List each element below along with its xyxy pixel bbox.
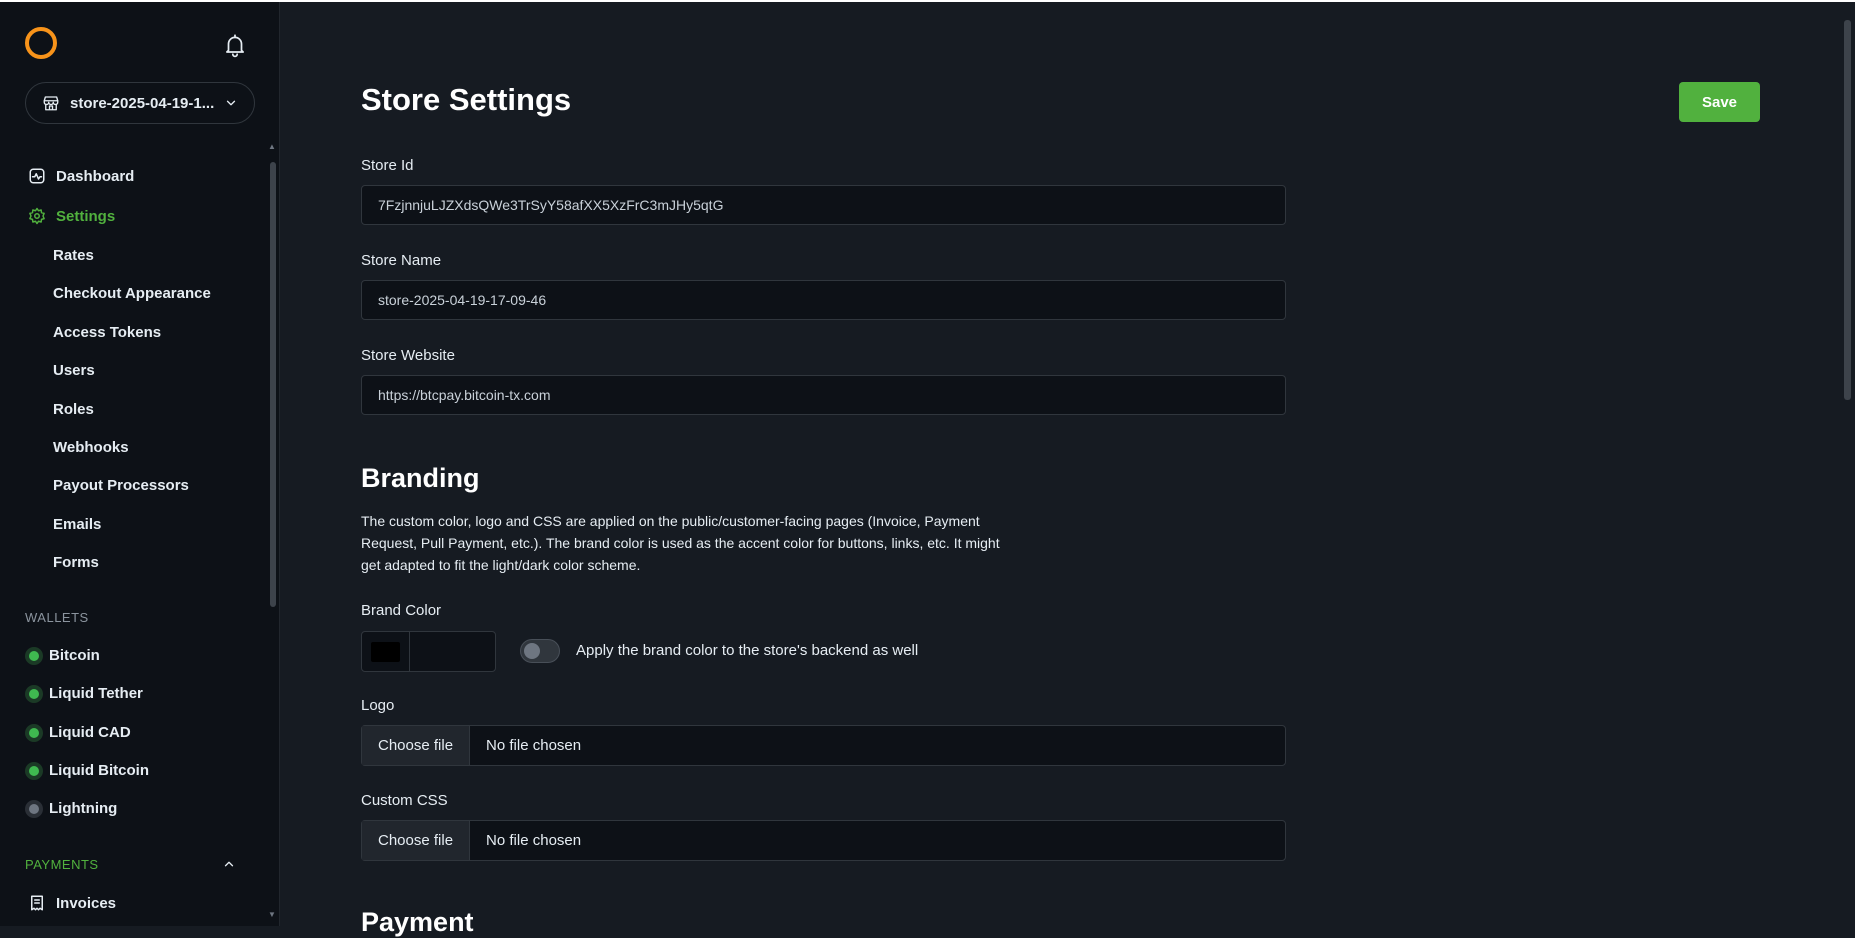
sidebar-item-rates[interactable]: Rates [53,247,94,264]
page-scrollbar[interactable] [1844,20,1851,400]
chevron-up-icon[interactable] [222,857,236,871]
wallet-label: Lightning [49,800,118,817]
scroll-down-arrow-icon[interactable]: ▼ [268,910,276,919]
brand-color-input[interactable] [410,632,495,671]
invoice-icon [31,895,43,911]
save-button[interactable]: Save [1679,82,1760,122]
sidebar-item-webhooks[interactable]: Webhooks [53,439,129,456]
nav-invoices-label: Invoices [56,894,117,912]
css-choose-file-button[interactable]: Choose file [362,821,471,860]
wallet-label: Bitcoin [49,647,100,664]
sidebar-item-forms[interactable]: Forms [53,554,99,571]
bell-icon[interactable] [222,32,248,58]
wallet-label: Liquid CAD [49,724,131,741]
sidebar-scrollbar[interactable] [270,162,276,607]
css-file-status: No file chosen [486,832,582,849]
scroll-up-arrow-icon[interactable]: ▲ [268,142,276,151]
gear-icon [29,207,45,225]
brand-color-picker[interactable] [361,631,496,672]
toggle-knob [524,643,540,659]
sidebar-item-payout-processors[interactable]: Payout Processors [53,477,189,494]
wallet-bitcoin[interactable]: Bitcoin [25,647,100,664]
status-dot-inactive-icon [29,803,39,814]
store-website-label: Store Website [361,347,455,364]
custom-css-label: Custom CSS [361,792,448,809]
page-title: Store Settings [361,82,572,117]
wallets-heading: WALLETS [25,610,89,625]
brand-color-swatch-box[interactable] [362,632,410,671]
sidebar-item-users[interactable]: Users [53,362,95,379]
brand-color-backend-toggle-label: Apply the brand color to the store's bac… [576,642,919,659]
nav-invoices[interactable]: Invoices [28,894,116,912]
nav-dashboard-label: Dashboard [56,167,135,185]
status-dot-active-icon [29,765,39,776]
nav-settings[interactable]: Settings [28,207,115,225]
wallet-lightning[interactable]: Lightning [25,800,117,817]
custom-css-file-input[interactable]: Choose file No file chosen [361,820,1286,861]
logo-label: Logo [361,697,395,714]
store-name-label: Store Name [361,252,442,269]
sidebar-item-roles[interactable]: Roles [53,401,94,418]
dashboard-icon [29,168,45,184]
sidebar-item-emails[interactable]: Emails [53,516,101,533]
brand-color-swatch [371,641,400,662]
wallet-liquid-tether[interactable]: Liquid Tether [25,685,143,702]
logo-choose-file-button[interactable]: Choose file [362,726,471,765]
wallet-liquid-bitcoin[interactable]: Liquid Bitcoin [25,762,149,779]
wallet-label: Liquid Tether [49,685,143,702]
sidebar: store-2025-04-19-1... Dashboard Settings… [0,2,280,926]
store-website-field[interactable]: https://btcpay.bitcoin-tx.com [361,375,1286,415]
store-id-label: Store Id [361,157,414,174]
status-dot-active-icon [29,727,39,738]
wallet-liquid-cad[interactable]: Liquid CAD [25,724,131,741]
branding-description: The custom color, logo and CSS are appli… [361,513,1000,573]
payment-heading: Payment [361,907,474,937]
wallet-label: Liquid Bitcoin [49,762,149,779]
btcpay-logo-icon[interactable] [25,27,57,59]
status-dot-active-icon [29,650,39,661]
sidebar-item-access-tokens[interactable]: Access Tokens [53,324,161,341]
payments-heading[interactable]: PAYMENTS [25,857,99,872]
sidebar-item-checkout-appearance[interactable]: Checkout Appearance [53,285,211,302]
status-dot-active-icon [29,688,39,699]
store-icon [43,96,59,111]
branding-heading: Branding [361,463,480,493]
main-content: Store Settings Save Store Id 7FzjnnjuLJZ… [280,2,1842,937]
nav-settings-label: Settings [56,207,116,225]
store-id-field[interactable]: 7FzjnnjuLJZXdsQWe3TrSyY58afXX5XzFrC3mJHy… [361,185,1286,225]
brand-color-label: Brand Color [361,602,442,619]
store-selector-label: store-2025-04-19-1... [70,94,214,112]
chevron-down-icon [226,100,236,106]
nav-dashboard[interactable]: Dashboard [28,167,134,185]
logo-file-status: No file chosen [486,737,582,754]
brand-color-backend-toggle[interactable] [520,639,560,663]
store-name-field[interactable]: store-2025-04-19-17-09-46 [361,280,1286,320]
store-selector[interactable]: store-2025-04-19-1... [25,82,255,124]
logo-file-input[interactable]: Choose file No file chosen [361,725,1286,766]
